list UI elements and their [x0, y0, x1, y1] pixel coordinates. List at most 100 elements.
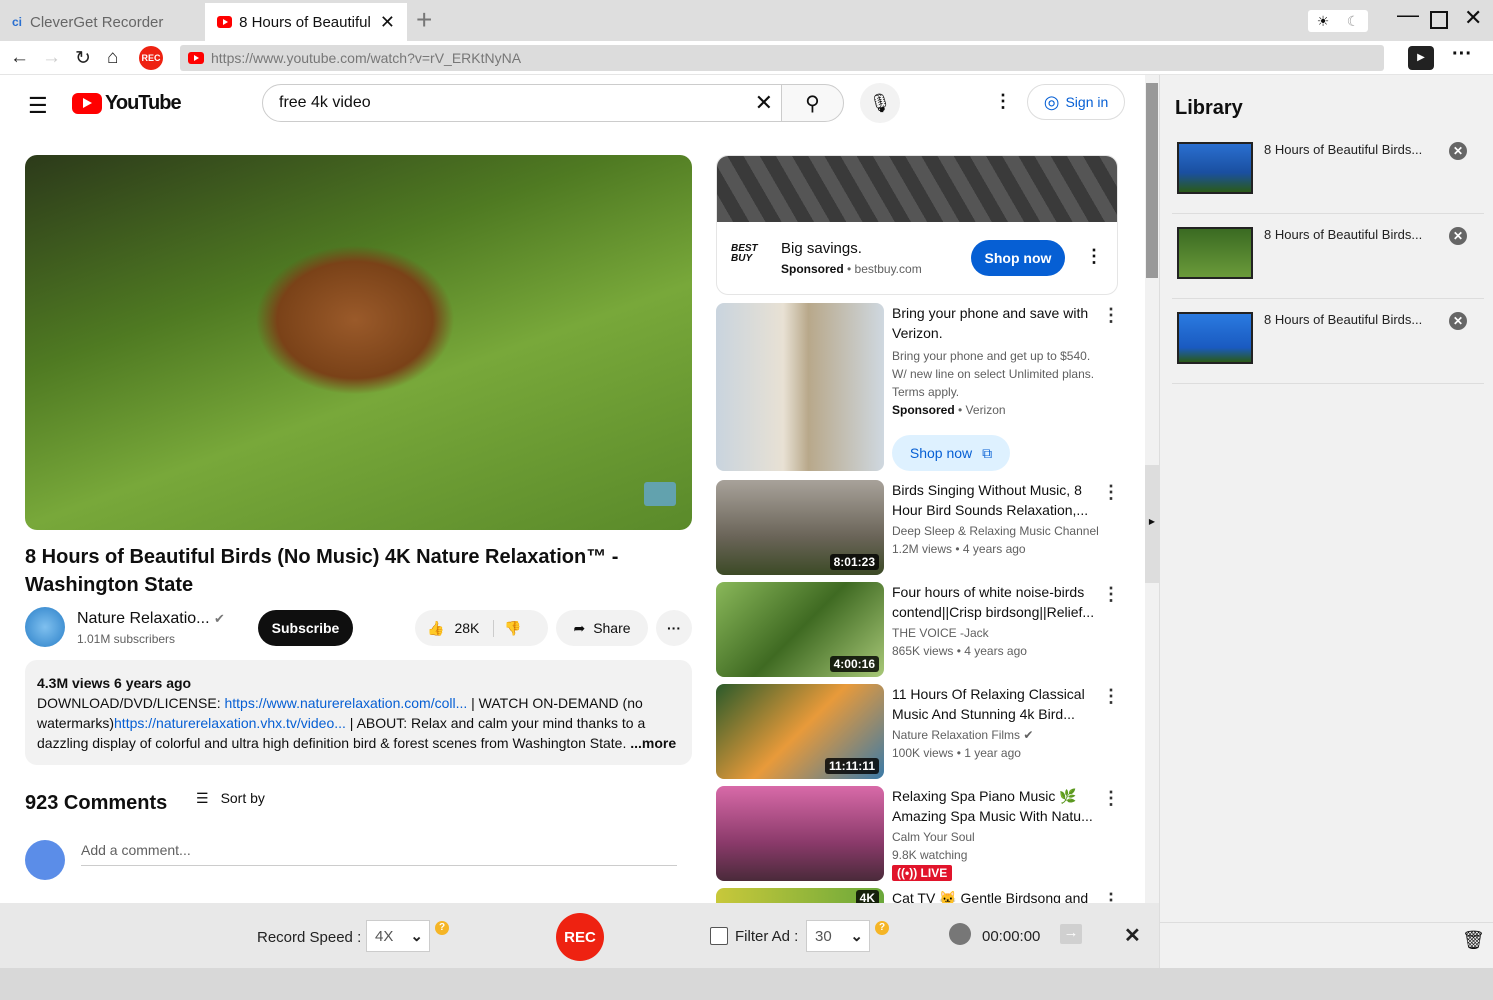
library-thumbnail	[1177, 142, 1253, 194]
recommended-video[interactable]: Relaxing Spa Piano Music 🌿 Amazing Spa M…	[716, 786, 1120, 881]
url-field[interactable]: https://www.youtube.com/watch?v=rV_ERKtN…	[180, 45, 1384, 71]
help-icon[interactable]: ?	[435, 921, 449, 935]
library-item[interactable]: 8 Hours of Beautiful Birds... ✕	[1172, 130, 1484, 214]
filter-ad-checkbox[interactable]	[710, 927, 728, 945]
sponsored-label: Sponsored	[781, 262, 844, 276]
library-toggle-button[interactable]: ▶	[1408, 46, 1434, 70]
close-window-button[interactable]: ✕	[1464, 5, 1482, 31]
cleverget-icon: ci	[12, 15, 23, 29]
close-tab-icon[interactable]: ✕	[380, 12, 395, 33]
record-speed-select[interactable]: 4X ⌄	[366, 920, 430, 952]
library-item[interactable]: 8 Hours of Beautiful Birds... ✕	[1172, 300, 1484, 384]
minimize-button[interactable]: —	[1397, 2, 1419, 28]
back-icon[interactable]: ←	[10, 47, 29, 69]
chevron-down-icon: ⌄	[410, 928, 423, 945]
recommended-video[interactable]: 11:11:11 11 Hours Of Relaxing Classical M…	[716, 684, 1120, 779]
filter-ad-label: Filter Ad :	[735, 928, 799, 945]
filter-ad-select[interactable]: 30 ⌄	[806, 920, 870, 952]
settings-kebab-icon[interactable]: ⋮	[994, 91, 1012, 112]
video-player[interactable]	[25, 155, 692, 530]
kebab-icon[interactable]: ⋮	[1102, 584, 1120, 605]
recommended-video[interactable]: 4K Cat TV 🐱 Gentle Birdsong and ⋮	[716, 888, 1120, 903]
rec-button[interactable]: REC	[139, 46, 163, 70]
search-icon: ⚲	[805, 93, 820, 115]
recommended-video[interactable]: 8:01:23 Birds Singing Without Music, 8 Ho…	[716, 480, 1120, 575]
kebab-icon[interactable]: ⋮	[1102, 686, 1120, 707]
thumbs-up-icon: 👍	[427, 619, 445, 636]
remove-icon[interactable]: ✕	[1449, 227, 1467, 245]
sign-in-button[interactable]: ◎ Sign in	[1027, 84, 1125, 120]
tab-youtube[interactable]: 8 Hours of Beautiful E ✕	[205, 3, 407, 41]
record-speed-label: Record Speed :	[257, 929, 362, 946]
channel-name[interactable]: Nature Relaxatio... ✔	[77, 610, 225, 628]
comment-input[interactable]: Add a comment...	[81, 842, 677, 866]
ad-kebab-icon[interactable]: ⋮	[1102, 305, 1120, 326]
more-menu-icon[interactable]: ···	[1452, 43, 1472, 66]
collapse-library-button[interactable]: ▶	[1145, 465, 1159, 583]
like-button[interactable]: 👍 28K	[415, 619, 495, 637]
channel-avatar[interactable]	[25, 607, 65, 647]
video-thumbnail: 4K	[716, 888, 884, 903]
video-thumbnail: 4:00:16	[716, 582, 884, 677]
home-icon[interactable]: ⌂	[107, 47, 118, 69]
clear-search-icon[interactable]: ✕	[755, 90, 773, 116]
like-dislike-group: 👍 28K 👎	[415, 610, 548, 646]
tab-label: CleverGet Recorder	[30, 13, 164, 31]
show-more-link[interactable]: ...more	[630, 735, 676, 751]
voice-search-button[interactable]: 🎙	[860, 83, 900, 123]
export-button[interactable]: →	[1060, 924, 1082, 944]
record-button[interactable]: REC	[556, 913, 604, 961]
ad-headline: Big savings.	[781, 240, 862, 257]
library-item[interactable]: 8 Hours of Beautiful Birds... ✕	[1172, 215, 1484, 299]
address-bar: ← → ↻ ⌂ REC https://www.youtube.com/watc…	[0, 41, 1493, 75]
kebab-icon[interactable]: ⋮	[1102, 890, 1120, 903]
ad-banner-image	[717, 156, 1117, 222]
search-button[interactable]: ⚲	[781, 84, 844, 122]
hamburger-menu-icon[interactable]: ☰	[28, 93, 48, 119]
kebab-icon[interactable]: ⋮	[1102, 788, 1120, 809]
reload-icon[interactable]: ↻	[75, 47, 91, 70]
verizon-ad-image	[716, 303, 884, 471]
moon-icon[interactable]: ☾	[1347, 13, 1360, 30]
timer-icon	[949, 923, 971, 945]
recorder-bar: Record Speed : 4X ⌄ ? REC Filter Ad : 30 ⌄…	[0, 903, 1159, 968]
sun-icon[interactable]: ☀	[1317, 13, 1330, 30]
recommended-video[interactable]: 4:00:16 Four hours of white noise-birds c…	[716, 582, 1120, 677]
search-input[interactable]: free 4k video ✕	[262, 84, 782, 122]
youtube-logo[interactable]: YouTube	[72, 92, 182, 115]
youtube-icon	[217, 16, 233, 28]
verizon-shop-now-button[interactable]: Shop now ⧉	[892, 435, 1010, 471]
shop-now-button[interactable]: Shop now	[971, 240, 1065, 276]
subscribe-button[interactable]: Subscribe	[258, 610, 353, 646]
tab-cleverget[interactable]: ci CleverGet Recorder	[0, 3, 205, 41]
scrollbar-thumb[interactable]	[1146, 83, 1158, 278]
trash-icon[interactable]: 🗑	[1462, 930, 1485, 951]
vhx-link[interactable]: https://naturerelaxation.vhx.tv/video...	[114, 715, 346, 731]
description-box[interactable]: 4.3M views 6 years ago DOWNLOAD/DVD/LICE…	[25, 660, 692, 765]
new-tab-button[interactable]: +	[416, 4, 432, 36]
ad-kebab-icon[interactable]: ⋮	[1085, 246, 1103, 267]
verizon-ad[interactable]: Bring your phone and save with Verizon. …	[716, 303, 1120, 471]
theme-toggle[interactable]: ☀ ☾	[1308, 10, 1368, 32]
ad-title: Bring your phone and save with Verizon.	[892, 305, 1089, 341]
forward-icon[interactable]: →	[42, 47, 61, 69]
share-button[interactable]: ➦ Share	[556, 610, 648, 646]
maximize-button[interactable]	[1430, 11, 1448, 29]
page-scrollbar[interactable]: ▶	[1145, 75, 1159, 903]
close-recorder-icon[interactable]: ✕	[1124, 923, 1141, 948]
bestbuy-ad[interactable]: BEST BUY Big savings. Sponsored • bestbu…	[716, 155, 1118, 295]
comment-count: 923 Comments	[25, 792, 168, 814]
sort-by-button[interactable]: ☰ Sort by	[196, 790, 265, 807]
remove-icon[interactable]: ✕	[1449, 312, 1467, 330]
more-actions-button[interactable]: ···	[656, 610, 692, 646]
dislike-button[interactable]: 👎	[494, 620, 521, 637]
kebab-icon[interactable]: ⋮	[1102, 482, 1120, 503]
remove-icon[interactable]: ✕	[1449, 142, 1467, 160]
video-thumbnail	[716, 786, 884, 881]
recording-timer: 00:00:00	[982, 928, 1041, 945]
license-link[interactable]: https://www.naturerelaxation.com/coll...	[224, 695, 467, 711]
live-badge: ((•)) LIVE	[892, 865, 953, 881]
description-text: DOWNLOAD/DVD/LICENSE: https://www.nature…	[37, 695, 677, 751]
help-icon[interactable]: ?	[875, 921, 889, 935]
verified-icon: ✔	[213, 611, 225, 626]
